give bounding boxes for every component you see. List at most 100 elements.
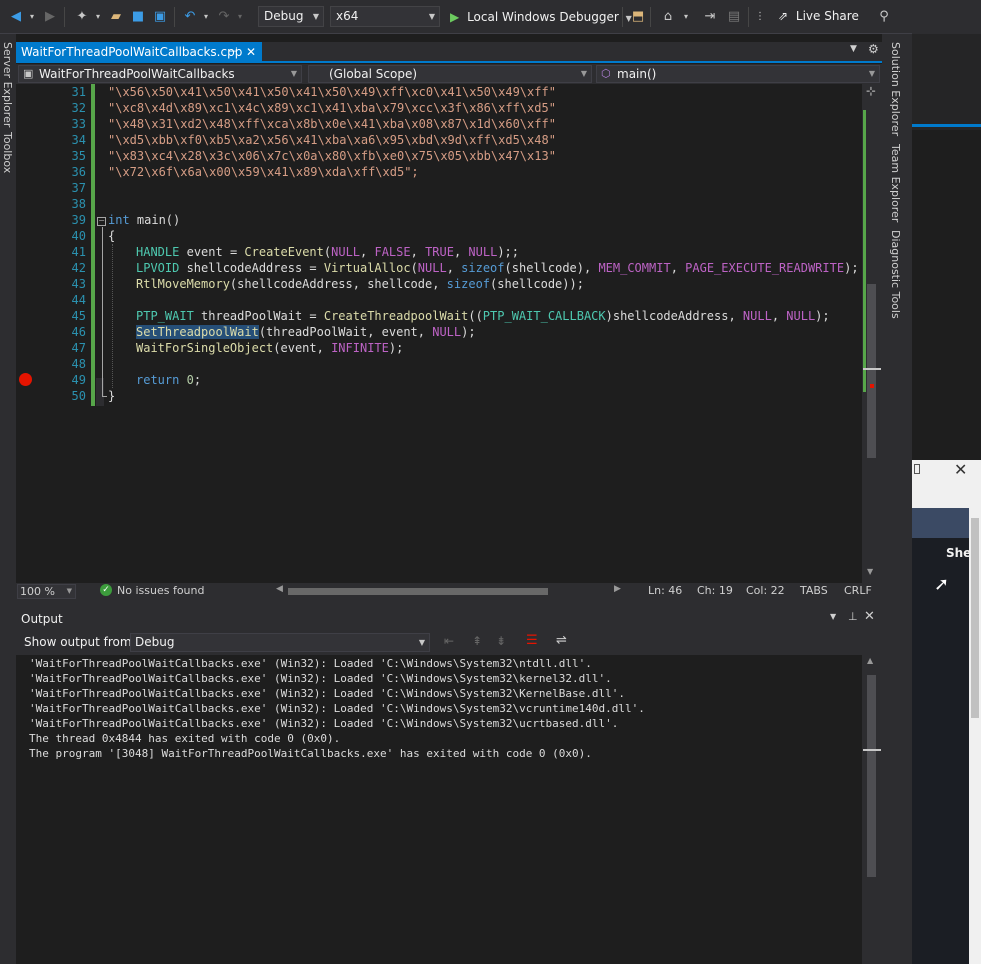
browse-dropdown-icon[interactable]: ▾ [678, 9, 694, 25]
collapse-icon[interactable]: − [97, 217, 106, 226]
zoom-value: 100 % [20, 585, 55, 598]
output-line: 'WaitForThreadPoolWaitCallbacks.exe' (Wi… [29, 672, 612, 685]
right-tool-window-bar: Solution Explorer Team Explorer Diagnost… [882, 34, 912, 964]
zoom-select[interactable]: 100 % ▼ [17, 584, 76, 599]
new-project-icon[interactable]: ✦ [74, 9, 90, 25]
output-line: The program '[3048] WaitForThreadPoolWai… [29, 747, 592, 760]
line-number: 41 [71, 245, 86, 259]
code-line-42: LPVOID shellcodeAddress = VirtualAlloc(N… [136, 261, 859, 275]
new-dropdown-icon[interactable]: ▾ [90, 9, 106, 25]
breakpoint-icon[interactable] [19, 373, 32, 386]
document-tab-title: WaitForThreadPoolWaitCallbacks.cpp [21, 45, 243, 59]
chevron-down-icon: ▼ [290, 69, 297, 78]
line-number: 43 [71, 277, 86, 291]
close-icon[interactable]: ✕ [246, 42, 256, 62]
scope-select[interactable]: (Global Scope) ▼ [308, 65, 592, 83]
pin-icon[interactable]: ⊥ [848, 610, 858, 623]
project-value: WaitForThreadPoolWaitCallbacks [39, 67, 235, 81]
attach-icon[interactable]: ⬒ [630, 9, 646, 25]
scroll-up-icon[interactable]: ▲ [867, 656, 873, 665]
next-message-icon[interactable]: ⇟ [496, 634, 506, 648]
output-line: 'WaitForThreadPoolWaitCallbacks.exe' (Wi… [29, 657, 592, 670]
code-editor[interactable]: 31 32 33 34 35 36 37 38 39 40 41 42 43 44 45 46 47 48 49 50… [16, 84, 882, 583]
undo-dropdown-icon[interactable]: ▾ [198, 9, 214, 25]
horizontal-scroll-thumb[interactable] [288, 588, 548, 595]
document-tab-active[interactable]: WaitForThreadPoolWaitCallbacks.cpp ⊣ ✕ [16, 42, 262, 63]
scroll-right-icon[interactable]: ▶ [614, 584, 621, 594]
line-number: 37 [71, 181, 86, 195]
output-text-area[interactable]: 'WaitForThreadPoolWaitCallbacks.exe' (Wi… [16, 655, 862, 964]
tab-solution-explorer[interactable]: Solution Explorer [889, 42, 902, 136]
code-line-47: WaitForSingleObject(event, INFINITE); [136, 341, 404, 355]
line-ending-indicator[interactable]: CRLF [844, 584, 872, 597]
word-wrap-icon[interactable]: ⇌ [556, 633, 567, 648]
find-message-icon[interactable]: ⇤ [444, 634, 454, 648]
code-line-45: PTP_WAIT threadPoolWait = CreateThreadpo… [136, 309, 830, 323]
tabs-indicator[interactable]: TABS [800, 584, 828, 597]
tab-toolbox[interactable]: Toolbox [1, 132, 14, 173]
line-number: 34 [71, 133, 86, 147]
line-number: 31 [71, 85, 86, 99]
toolbar-overflow-icon[interactable]: ⋮ [752, 9, 768, 25]
feedback-icon[interactable]: ⚲ [876, 9, 892, 25]
back-dropdown-icon[interactable]: ▾ [24, 9, 40, 25]
tab-server-explorer[interactable]: Server Explorer [1, 42, 14, 127]
line-number: 33 [71, 117, 86, 131]
tab-team-explorer[interactable]: Team Explorer [889, 144, 902, 222]
main-toolbar: ◀ ▾ ▶ ✦ ▾ ▰ ■ ▣ ↶ ▾ ↷ ▾ Debug ▼ x64 ▼ ▶ … [0, 0, 912, 34]
pin-icon[interactable]: ⊣ [228, 42, 238, 62]
code-line-49: return 0; [136, 373, 202, 387]
format-icon[interactable]: ▤ [726, 9, 742, 25]
forward-icon[interactable]: ▶ [42, 9, 58, 25]
editor-vertical-scrollbar[interactable]: ⊹ ▼ [862, 84, 882, 583]
open-folder-icon[interactable]: ▰ [108, 9, 124, 25]
project-select[interactable]: ▣ WaitForThreadPoolWaitCallbacks ▼ [18, 65, 302, 83]
background-desktop: ✕ She ➚ [912, 0, 981, 964]
member-select[interactable]: ⬡ main() ▼ [596, 65, 880, 83]
code-line-shellcode: "\x72\x6f\x6a\x00\x59\x41\x89\xda\xff\xd… [108, 165, 419, 179]
redo-dropdown-icon[interactable]: ▾ [232, 9, 248, 25]
solution-configuration-select[interactable]: Debug ▼ [258, 6, 324, 27]
scope-value: (Global Scope) [329, 67, 418, 81]
browse-icon[interactable]: ⌂ [660, 9, 676, 25]
back-icon[interactable]: ◀ [8, 9, 24, 25]
scroll-down-icon[interactable]: ▼ [867, 567, 873, 576]
solution-platform-select[interactable]: x64 ▼ [330, 6, 440, 27]
output-source-select[interactable]: Debug ▼ [130, 633, 430, 652]
close-icon[interactable]: ✕ [954, 460, 967, 479]
previous-message-icon[interactable]: ⇞ [472, 634, 482, 648]
split-icon[interactable]: ⊹ [866, 84, 876, 98]
project-icon: ▣ [23, 67, 34, 80]
scroll-left-icon[interactable]: ◀ [276, 584, 283, 594]
issues-status[interactable]: No issues found [117, 584, 204, 597]
tab-diagnostic-tools[interactable]: Diagnostic Tools [889, 230, 902, 319]
close-icon[interactable]: ✕ [864, 609, 875, 624]
output-toolbar: Show output from: Debug ▼ ⇤ ⇞ ⇟ ☰ ⇌ [16, 630, 882, 655]
line-number: 36 [71, 165, 86, 179]
line-number: 35 [71, 149, 86, 163]
save-all-icon[interactable]: ▣ [152, 9, 168, 25]
code-line-shellcode: "\xc8\x4d\x89\xc1\x4c\x89\xc1\x41\xba\x7… [108, 101, 556, 115]
column-indicator: Col: 22 [746, 584, 785, 597]
line-number: 32 [71, 101, 86, 115]
gear-icon[interactable]: ⚙ [868, 42, 879, 56]
window-position-icon[interactable]: ▼ [830, 612, 836, 621]
chevron-down-icon: ▼ [312, 12, 319, 21]
code-line-shellcode: "\x83\xc4\x28\x3c\x06\x7c\x0a\x80\xfb\xe… [108, 149, 556, 163]
code-line-shellcode: "\x48\x31\xd2\x48\xff\xca\x8b\x0e\x41\xb… [108, 117, 556, 131]
tab-list-dropdown-icon[interactable]: ▼ [850, 44, 857, 54]
output-vertical-scrollbar[interactable]: ▲ [862, 655, 882, 964]
clear-all-icon[interactable]: ☰ [526, 633, 538, 648]
step-icon[interactable]: ⇥ [702, 9, 718, 25]
share-icon: ⇗ [778, 9, 789, 23]
output-line: 'WaitForThreadPoolWaitCallbacks.exe' (Wi… [29, 702, 645, 715]
run-label: Local Windows Debugger [467, 10, 619, 24]
config-value: Debug [264, 9, 304, 23]
save-icon[interactable]: ■ [130, 9, 146, 25]
live-share-button[interactable]: ⇗ Live Share [778, 9, 859, 23]
redo-icon[interactable]: ↷ [216, 9, 232, 25]
undo-icon[interactable]: ↶ [182, 9, 198, 25]
left-tool-window-bar: Server Explorer Toolbox [0, 34, 16, 964]
start-debugging-button[interactable]: ▶ Local Windows Debugger ▼ [450, 8, 632, 26]
output-title: Output [21, 612, 63, 626]
